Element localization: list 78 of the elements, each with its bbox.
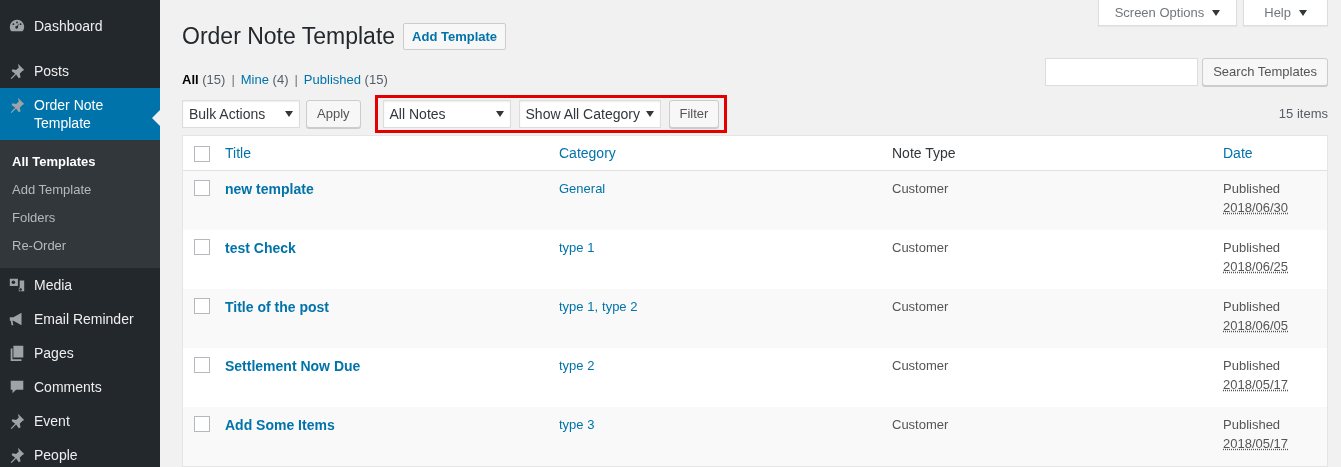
template-title-link[interactable]: Add Some Items	[225, 415, 559, 436]
caret-icon	[1299, 8, 1307, 17]
column-header: Note Type	[892, 143, 957, 163]
menu-item[interactable]: Media	[0, 268, 160, 302]
view-filter-link[interactable]: Mine (4)	[240, 69, 289, 89]
caret-icon	[495, 110, 504, 118]
template-title-link[interactable]: test Check	[225, 238, 559, 259]
caret-icon	[1212, 8, 1221, 17]
screen-tab[interactable]: Help	[1243, 0, 1328, 26]
search-field[interactable]	[1045, 57, 1199, 86]
status-text: Published	[1223, 298, 1282, 316]
status-text: Published	[1223, 180, 1282, 198]
menu-item[interactable]: Comments	[0, 370, 160, 404]
menu-item[interactable]: Email Reminder	[0, 302, 160, 336]
checkbox[interactable]	[194, 357, 210, 373]
pushpin-icon	[8, 412, 26, 430]
column-header[interactable]: Title	[225, 142, 559, 164]
checkbox[interactable]	[194, 416, 210, 432]
dropdown[interactable]: Bulk Actions	[182, 100, 300, 128]
category-link[interactable]: type 2	[559, 356, 595, 376]
status-text: Published	[1223, 357, 1282, 375]
item-count: 15 items	[1278, 105, 1328, 124]
add-template-button[interactable]: Add Template	[403, 22, 507, 50]
pushpin-icon	[8, 446, 26, 464]
separator: |	[231, 70, 235, 89]
note-type-cell-text: Customer	[892, 357, 950, 375]
submenu-item[interactable]: Re-Order	[0, 232, 160, 260]
checkbox[interactable]	[194, 298, 210, 314]
status-text: Published	[1223, 416, 1282, 434]
view-filter-link[interactable]: Published (15)	[303, 69, 388, 89]
checkbox[interactable]	[194, 145, 210, 162]
search-button[interactable]: Search Templates	[1202, 57, 1328, 86]
submenu-item[interactable]: All Templates	[0, 148, 160, 176]
apply-button[interactable]: Apply	[306, 100, 361, 128]
menu-item[interactable]: Order Note Template	[0, 88, 160, 140]
date-text: 2018/06/05	[1223, 317, 1290, 335]
view-filter-link[interactable]: All (15)	[182, 69, 226, 89]
status-text: Published	[1223, 239, 1282, 257]
checkbox[interactable]	[194, 239, 210, 255]
column-header[interactable]: Date	[1223, 142, 1327, 164]
media-icon	[8, 276, 26, 294]
note-type-cell-text: Customer	[892, 180, 950, 198]
pushpin-icon	[8, 96, 26, 114]
menu-item[interactable]: Dashboard	[0, 9, 160, 43]
category-link[interactable]: type 1,	[559, 297, 599, 317]
category-link[interactable]: type 3	[559, 415, 595, 435]
separator: |	[294, 70, 298, 89]
category-link[interactable]: General	[559, 179, 606, 199]
submenu-item[interactable]: Add Template	[0, 176, 160, 204]
submenu-item[interactable]: Folders	[0, 204, 160, 232]
menu-item[interactable]: Posts	[0, 54, 160, 88]
column-header[interactable]: Category	[559, 142, 892, 164]
category-link[interactable]: type 1	[559, 238, 595, 258]
note-type-cell-text: Customer	[892, 239, 950, 257]
date-text: 2018/05/17	[1223, 376, 1290, 394]
date-text: 2018/06/30	[1223, 199, 1290, 217]
note-type-cell-text: Customer	[892, 298, 950, 316]
template-title-link[interactable]: Settlement Now Due	[225, 356, 559, 377]
checkbox[interactable]	[194, 180, 210, 196]
current-pointer-icon	[152, 110, 160, 126]
pushpin-icon	[8, 62, 26, 80]
page-title: Order Note Template	[182, 22, 396, 51]
date-text: 2018/05/17	[1223, 435, 1290, 453]
dropdown[interactable]: Show All Category	[518, 100, 661, 128]
note-type-cell-text: Customer	[892, 416, 950, 434]
menu-item[interactable]: Event	[0, 404, 160, 438]
template-title-link[interactable]: Title of the post	[225, 297, 559, 318]
pages-icon	[8, 344, 26, 362]
caret-icon	[645, 110, 654, 118]
screen-tab[interactable]: Screen Options	[1097, 0, 1238, 26]
menu-item[interactable]: People	[0, 438, 160, 467]
filter-button[interactable]: Filter	[668, 100, 720, 128]
date-text: 2018/06/25	[1223, 258, 1290, 276]
dropdown[interactable]: All Notes	[382, 100, 511, 128]
menu-item[interactable]: Pages	[0, 336, 160, 370]
template-title-link[interactable]: new template	[225, 179, 559, 200]
category-link[interactable]: type 2	[602, 297, 638, 317]
caret-icon	[285, 110, 293, 118]
